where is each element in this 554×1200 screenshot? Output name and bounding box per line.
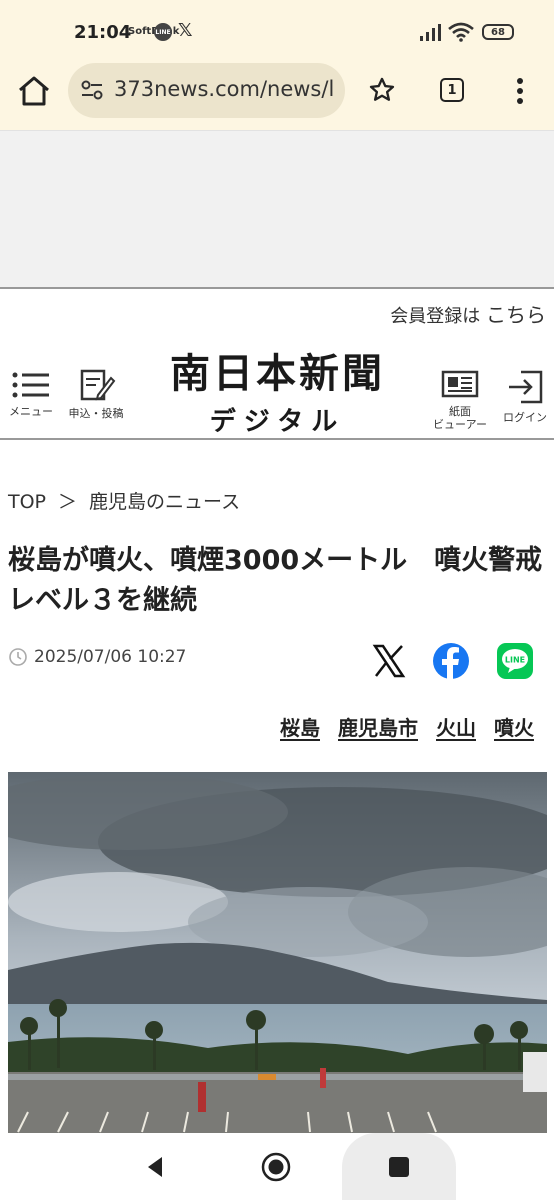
site-logo[interactable]: 南日本新聞 デジタル [150,341,405,438]
login-icon [509,370,543,404]
battery-indicator: 68 [482,24,514,40]
more-options-icon[interactable] [510,76,530,106]
bookmark-star-icon[interactable] [368,76,396,104]
sakurajima-photo [8,772,547,1142]
article-date: 2025/07/06 10:27 [34,647,187,667]
viewer-label-1: 紙面 [449,405,471,418]
tag-link[interactable]: 火山 [436,712,476,741]
viewer-label-2: ビューアー [433,418,487,431]
article-dateline: 2025/07/06 10:27 [8,647,186,667]
battery-level: 68 [491,26,505,38]
clock-icon [9,648,27,666]
breadcrumb-top[interactable]: TOP [8,491,46,513]
tab-switcher-button[interactable]: 1 [440,78,464,102]
x-share-icon[interactable] [372,642,406,680]
logo-title: 南日本新聞 [170,350,385,397]
login-button[interactable]: ログイン [498,369,552,425]
login-label: ログイン [503,411,547,424]
apply-label: 申込・投稿 [68,407,124,420]
tag-link[interactable]: 噴火 [494,712,534,741]
signal-icon [420,24,441,41]
recents-icon[interactable] [388,1156,410,1178]
site-settings-icon[interactable] [80,79,104,101]
menu-label: メニュー [9,405,53,418]
ad-placeholder [0,130,554,287]
edit-document-icon [80,369,116,401]
wifi-icon [448,22,474,42]
home-icon[interactable] [16,74,52,108]
system-navigation-bar [0,1133,554,1200]
article-headline: 桜島が噴火、噴煙3000メートル 噴火警戒レベル３を継続 [8,545,543,616]
facebook-share-icon[interactable] [432,642,470,680]
breadcrumb-separator: ＞ [58,491,78,513]
line-share-icon[interactable]: LINE [496,642,534,680]
breadcrumb: TOP ＞ 鹿児島のニュース [8,487,240,514]
member-prefix: 会員登録は [390,306,481,327]
tag-link[interactable]: 鹿児島市 [338,712,418,741]
apply-post-button[interactable]: 申込・投稿 [64,369,128,421]
member-here-link[interactable]: こちら [486,303,546,327]
newspaper-icon [441,370,479,398]
article-photo [8,772,547,1142]
status-bar: 21:04 SoftBank LINE 𝕏 68 [0,0,554,64]
tab-count: 1 [447,82,457,98]
tag-link[interactable]: 桜島 [280,712,320,741]
breadcrumb-section[interactable]: 鹿児島のニュース [89,491,240,513]
browser-chrome: 21:04 SoftBank LINE 𝕏 68 373news.c [0,0,554,130]
hamburger-icon [12,372,49,398]
member-registration-link[interactable]: 会員登録は こちら [390,299,546,328]
article-tags: 桜島 鹿児島市 火山 噴火 [280,712,534,741]
logo-subtitle: デジタル [209,407,346,437]
menu-button[interactable]: メニュー [6,371,56,419]
line-notification-icon: LINE [154,23,172,41]
back-icon[interactable] [144,1155,166,1179]
url-text[interactable]: 373news.com/news/l [114,77,338,101]
site-header: 会員登録は こちら メニュー 申込・投稿 南日本新聞 デジタル 紙面 ビューアー… [0,287,554,440]
home-circle-icon[interactable] [261,1152,291,1182]
status-time: 21:04 [74,22,132,43]
x-notification-icon: 𝕏 [178,20,193,41]
viewer-button[interactable]: 紙面 ビューアー [428,369,492,431]
svg-text:LINE: LINE [505,656,525,665]
url-bar[interactable]: 373news.com/news/l [68,63,345,118]
